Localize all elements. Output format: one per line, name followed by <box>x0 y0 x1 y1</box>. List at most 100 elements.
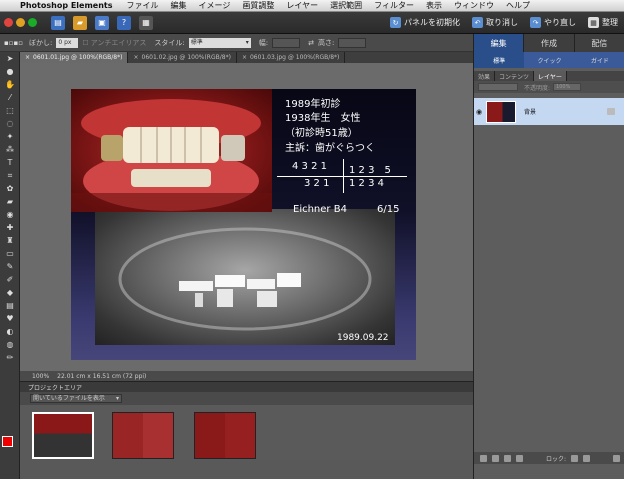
gradient-tool-icon[interactable]: ▤ <box>0 299 20 312</box>
foreground-color-icon[interactable] <box>2 436 13 447</box>
bin-thumbnail-1[interactable] <box>32 412 94 459</box>
feather-input[interactable]: 0 px <box>56 37 79 48</box>
menu-help[interactable]: ヘルプ <box>506 0 530 11</box>
doc-tab-2[interactable]: × 0601.02.jpg @ 100%(RGB/8*) <box>128 52 237 63</box>
pencil-tool-icon[interactable]: ✏ <box>0 351 20 364</box>
minimize-window-icon[interactable] <box>16 18 25 27</box>
antialias-checkbox-icon[interactable]: ☐ <box>82 39 88 47</box>
slide-line-2: 1938年生 女性 <box>285 113 361 124</box>
hand-tool-icon[interactable]: ✋ <box>0 78 20 91</box>
save-icon[interactable]: ▣ <box>95 15 109 30</box>
marquee-tool-icon[interactable]: ⬚ <box>0 104 20 117</box>
workspace-menu-icon[interactable]: ▦ <box>139 15 153 30</box>
help-icon[interactable]: ? <box>117 15 131 30</box>
close-window-icon[interactable] <box>4 18 13 27</box>
tab-share[interactable]: 配信 <box>574 34 624 52</box>
paint-bucket-tool-icon[interactable]: ◆ <box>0 286 20 299</box>
zoom-level[interactable]: 100% <box>32 373 49 380</box>
crop-tool-icon[interactable]: ⌗ <box>0 169 20 182</box>
red-eye-tool-icon[interactable]: ◉ <box>0 208 20 221</box>
layer-row-background[interactable]: ◉ 背景 <box>474 98 624 125</box>
lock-all-icon[interactable] <box>583 454 591 462</box>
eyedropper-tool-icon[interactable]: ⁄ <box>0 91 20 104</box>
type-tool-icon[interactable]: T <box>0 156 20 169</box>
reset-panels-button[interactable]: ↻ パネルを初期化 <box>390 17 460 28</box>
subtab-guided[interactable]: ガイド <box>575 52 624 68</box>
zoom-tool-icon[interactable]: ● <box>0 65 20 78</box>
smart-brush-tool-icon[interactable]: ✐ <box>0 273 20 286</box>
blend-mode-select[interactable] <box>478 83 518 91</box>
layer-options: 不透明度: 100% <box>474 81 624 93</box>
sponge-tool-icon[interactable]: ◍ <box>0 338 20 351</box>
eichner-label: Eichner B4 <box>293 204 347 215</box>
undo-icon: ↶ <box>472 17 483 28</box>
bin-thumbnail-3[interactable] <box>194 412 256 459</box>
subtab-quick[interactable]: クイック <box>524 52 574 68</box>
close-tab-icon[interactable]: × <box>133 54 138 61</box>
tab-effects[interactable]: 効果 <box>474 71 496 81</box>
menu-select[interactable]: 選択範囲 <box>330 0 362 11</box>
close-tab-icon[interactable]: × <box>242 54 247 61</box>
menu-filter[interactable]: フィルター <box>374 0 414 11</box>
visibility-eye-icon[interactable]: ◉ <box>474 108 484 116</box>
quick-selection-tool-icon[interactable]: ⁂ <box>0 143 20 156</box>
move-tool-icon[interactable]: ➤ <box>0 52 20 65</box>
link-layers-icon[interactable] <box>516 454 523 462</box>
height-input[interactable] <box>338 37 367 48</box>
bin-thumbnail-2[interactable] <box>112 412 174 459</box>
tab-layers[interactable]: レイヤー <box>534 71 567 81</box>
straighten-tool-icon[interactable]: ▰ <box>0 195 20 208</box>
organizer-label: 整理 <box>602 18 618 27</box>
healing-brush-tool-icon[interactable]: ✚ <box>0 221 20 234</box>
layer-name: 背景 <box>524 109 537 116</box>
menu-layer[interactable]: レイヤー <box>286 0 318 11</box>
menu-file[interactable]: ファイル <box>127 0 159 11</box>
xray-drawing <box>118 227 372 331</box>
tab-create[interactable]: 作成 <box>524 34 575 52</box>
menu-image[interactable]: イメージ <box>199 0 231 11</box>
undo-button[interactable]: ↶ 取り消し <box>472 17 518 28</box>
subtab-full[interactable]: 標準 <box>474 52 525 68</box>
zoom-window-icon[interactable] <box>28 18 37 27</box>
doc-tab-1[interactable]: × 0601.01.jpg @ 100%(RGB/8*) <box>20 52 129 63</box>
new-file-icon[interactable]: ▤ <box>51 15 65 30</box>
layer-mask-icon[interactable] <box>504 454 511 462</box>
marquee-mode-icons[interactable]: ▪▫▪▫ <box>4 39 23 47</box>
style-label: スタイル: <box>154 38 185 47</box>
menu-view[interactable]: 表示 <box>426 0 442 11</box>
opacity-input[interactable]: 100% <box>553 83 582 91</box>
style-select[interactable]: 標準 <box>188 37 251 48</box>
menu-edit[interactable]: 編集 <box>171 0 187 11</box>
project-bin-options: 開いているファイルを表示 <box>20 392 473 405</box>
lasso-tool-icon[interactable]: ◌ <box>0 117 20 130</box>
document-image[interactable]: 1989年初診 1938年生 女性 （初診時51歳） 主訴：歯がぐらつく 4 3… <box>71 89 416 360</box>
redo-button[interactable]: ↷ やり直し <box>530 17 576 28</box>
color-swatches[interactable] <box>2 436 18 452</box>
show-files-select[interactable]: 開いているファイルを表示 <box>30 394 122 403</box>
new-layer-icon[interactable] <box>480 454 487 462</box>
custom-shape-tool-icon[interactable]: ♥ <box>0 312 20 325</box>
open-folder-icon[interactable]: ▰ <box>73 15 87 30</box>
doc-tab-3[interactable]: × 0601.03.jpg @ 100%(RGB/8*) <box>237 52 346 63</box>
eraser-tool-icon[interactable]: ▭ <box>0 247 20 260</box>
tab-edit[interactable]: 編集 <box>474 34 525 52</box>
menu-window[interactable]: ウィンドウ <box>454 0 494 11</box>
teeth-upper-left: 4 3 2 1 <box>292 161 327 172</box>
blur-tool-icon[interactable]: ◐ <box>0 325 20 338</box>
close-tab-icon[interactable]: × <box>25 54 30 61</box>
doc-tab-label: 0601.01.jpg @ 100%(RGB/8*) <box>33 54 123 61</box>
magic-wand-tool-icon[interactable]: ✦ <box>0 130 20 143</box>
tab-content[interactable]: コンテンツ <box>495 71 535 81</box>
cookie-cutter-tool-icon[interactable]: ✿ <box>0 182 20 195</box>
adjustment-layer-icon[interactable] <box>492 454 499 462</box>
brush-tool-icon[interactable]: ✎ <box>0 260 20 273</box>
teeth-drawing <box>71 99 272 212</box>
lock-transparent-icon[interactable] <box>571 454 579 462</box>
organizer-button[interactable]: ▦ 整理 <box>588 17 618 28</box>
app-name[interactable]: Photoshop Elements <box>20 1 113 10</box>
menu-enhance[interactable]: 画質調整 <box>242 0 274 11</box>
clone-stamp-tool-icon[interactable]: ♜ <box>0 234 20 247</box>
delete-layer-icon[interactable] <box>613 454 621 462</box>
width-input[interactable] <box>272 37 301 48</box>
swap-icon[interactable]: ⇄ <box>308 39 314 47</box>
